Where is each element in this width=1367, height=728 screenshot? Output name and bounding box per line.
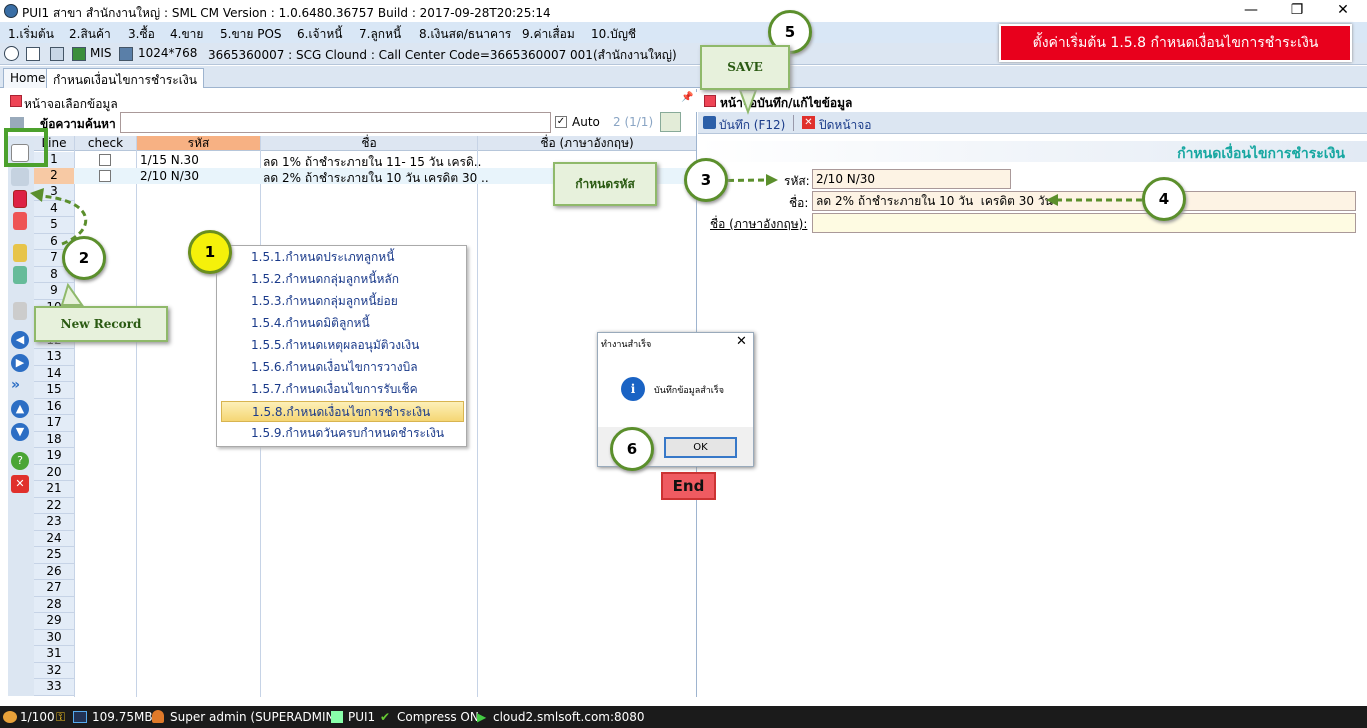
compress-status: Compress ON — [397, 710, 479, 724]
step-3-badge: 3 — [684, 158, 728, 202]
branch-icon — [331, 711, 343, 723]
current-user: Super admin (SUPERADMIN) — [170, 710, 340, 724]
compress-check-icon: ✔ — [380, 710, 391, 724]
step-6-badge: 6 — [610, 427, 654, 471]
step-4-badge: 4 — [1142, 177, 1186, 221]
monitor-icon — [73, 711, 87, 723]
server-play-icon: ▶ — [477, 710, 487, 724]
save-callout: SAVE — [700, 45, 790, 90]
set-code-callout: กำหนดรหัส — [553, 162, 657, 206]
key-icon: ⚿ — [56, 710, 66, 724]
user-icon — [152, 710, 164, 723]
step-2-badge: 2 — [62, 236, 106, 280]
memory-usage: 109.75MB — [92, 710, 153, 724]
new-record-callout-tail — [60, 282, 84, 306]
annotation-arrows — [30, 89, 1142, 306]
users-icon — [3, 711, 17, 723]
arrow-head — [766, 174, 778, 186]
end-badge: End — [661, 472, 716, 500]
save-callout-tail — [738, 89, 758, 115]
arrow-head — [1046, 194, 1058, 206]
arrow-head — [30, 188, 44, 202]
step-1-badge: 1 — [188, 230, 232, 274]
new-record-callout: New Record — [34, 306, 168, 342]
status-bar: 1/100 ⚿ 109.75MB Super admin (SUPERADMIN… — [0, 706, 1367, 728]
branch-code: PUI1 — [348, 710, 376, 724]
server-address: cloud2.smlsoft.com:8080 — [493, 710, 645, 724]
page-counter: 1/100 — [20, 710, 55, 724]
